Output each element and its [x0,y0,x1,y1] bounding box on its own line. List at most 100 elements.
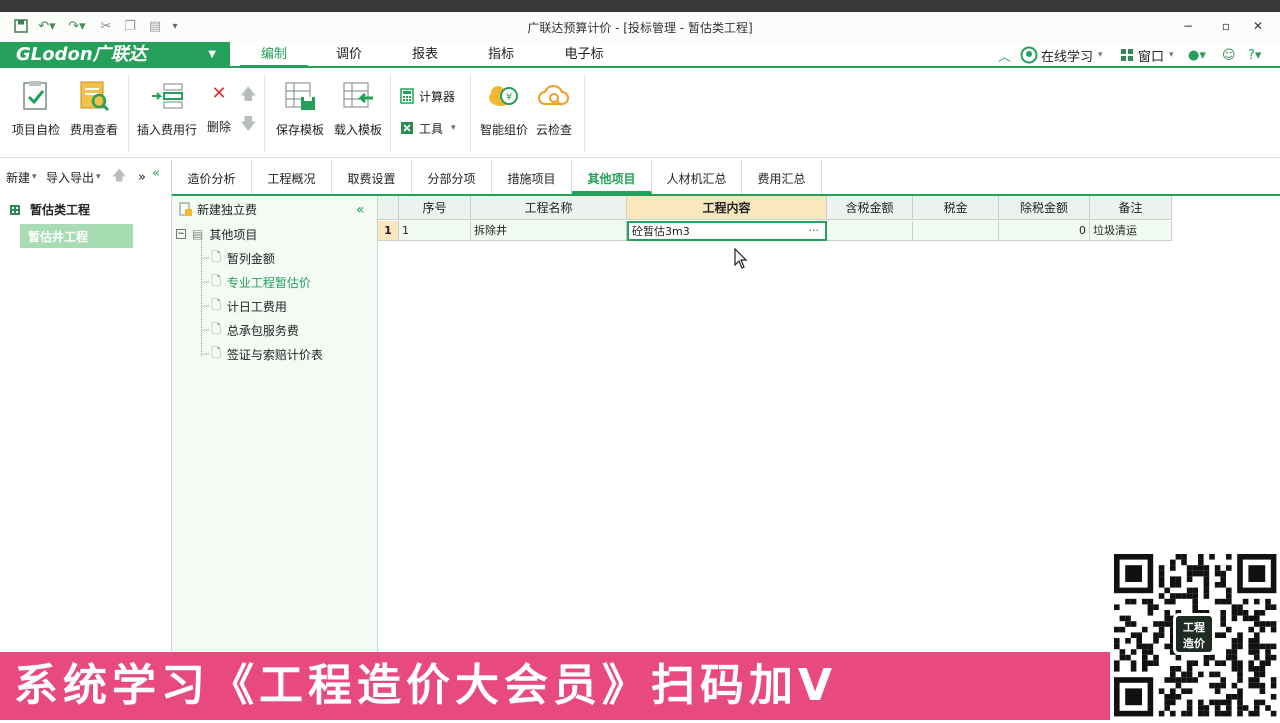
qr-module [1198,559,1204,566]
tools-menu[interactable]: 工具 ▾ [400,118,456,138]
row-number[interactable]: 1 [378,221,399,241]
cost-view-button[interactable]: 费用查看 [64,76,124,142]
qr-module [1254,610,1260,616]
assistant-icon[interactable]: ☺ [1222,45,1236,65]
qr-module [1270,710,1277,717]
cell-seq[interactable]: 1 [399,221,471,241]
column-header-name[interactable]: 工程名称 [471,196,627,220]
tab-cost-summary[interactable]: 费用汇总 [742,160,822,194]
cell-content-editing[interactable]: 砼暂估3m3 ··· [627,221,827,241]
qr-module [1270,654,1277,661]
collapse-panel-icon[interactable]: « [152,164,160,182]
save-template-button[interactable]: 保存模板 [270,76,330,142]
project-panel: 新建 ▾ 导入导出 ▾ 🡅 » « 暂估类工程 暂估井工程 [0,160,172,652]
qr-module [1170,699,1176,706]
minimize-button[interactable]: − [1176,16,1200,36]
more-options-icon[interactable]: ··· [809,223,820,239]
column-header-tax[interactable]: 税金 [913,196,999,220]
tab-edit[interactable]: 编制 [240,42,308,68]
tab-other-items[interactable]: 其他项目 [572,160,652,194]
tab-project-overview[interactable]: 工程概况 [252,160,332,194]
qr-module [1198,570,1204,577]
help-icon[interactable]: ?▾ [1248,45,1261,65]
new-standalone-fee-button[interactable]: 新建独立费 [178,200,257,218]
qr-module [1226,598,1232,605]
cell-tax[interactable] [913,221,999,241]
column-header-seq[interactable]: 序号 [399,196,471,220]
import-export-button[interactable]: 导入导出 ▾ [46,168,101,186]
column-header-content[interactable]: 工程内容 [627,196,827,220]
tree-root-other-items[interactable]: − ▤ 其他项目 [176,225,257,243]
tab-reports[interactable]: 报表 [394,42,456,68]
move-down-icon[interactable]: 🡇 [240,114,256,136]
qr-module [1259,666,1266,672]
qr-module [1242,615,1249,622]
collapse-ribbon-icon[interactable]: ︿ [998,45,1011,65]
qr-module [1125,615,1131,622]
move-up-icon[interactable]: 🡅 [240,84,256,106]
insert-cost-row-button[interactable]: 插入费用行 [136,76,198,142]
restore-button[interactable]: ▫ [1214,16,1238,36]
delete-button[interactable]: ✕ 删除 [200,76,238,142]
cell-tax-excluded[interactable]: 0 [999,221,1090,241]
window-menu[interactable]: 窗口 ▾ [1120,45,1174,65]
qr-module [1181,688,1187,694]
new-button[interactable]: 新建 ▾ [6,168,37,186]
project-check-button[interactable]: 项目自检 [6,76,66,142]
qr-module [1265,654,1271,661]
tree-item-daywork[interactable]: ┈ 🗋 计日工费用 [202,297,287,315]
qr-module [1130,632,1137,638]
cell-remark[interactable]: 垃圾清运 [1090,221,1172,241]
project-root[interactable]: 暂估类工程 [8,200,90,218]
qr-module [1164,643,1170,650]
qr-module [1158,582,1165,588]
smart-pricing-button[interactable]: ¥ 智能组价 [474,76,534,142]
cell-tax-included[interactable] [827,221,913,241]
qr-module [1259,671,1266,678]
qr-module [1220,699,1226,706]
tree-item-professional-estimate[interactable]: ┈ 🗋 专业工程暂估价 [202,273,311,291]
qr-module [1181,677,1187,683]
qr-module [1114,638,1120,644]
online-learning-button[interactable]: 在线学习 ▾ [1020,45,1103,65]
column-header-tax-included[interactable]: 含税金额 [827,196,913,220]
qr-module [1226,654,1232,661]
tree-item-claims-table[interactable]: ┈ 🗋 签证与索赔计价表 [202,345,323,363]
qr-module [1153,604,1159,610]
tab-adjust-price[interactable]: 调价 [318,42,380,68]
user-icon[interactable]: ●▾ [1188,45,1206,65]
close-button[interactable]: ✕ [1246,16,1270,36]
tab-e-bid[interactable]: 电子标 [546,42,622,68]
collapse-node-icon[interactable]: − [176,229,186,239]
cell-name[interactable]: 拆除井 [471,221,627,241]
logo[interactable]: GLodon广联达 ▼ [0,42,230,68]
tab-sub-items[interactable]: 分部分项 [412,160,492,194]
tab-measures[interactable]: 措施项目 [492,160,572,194]
tree-item-provisional-sum[interactable]: ┈ 🗋 暂列金额 [202,249,275,267]
logo-dropdown-icon[interactable]: ▼ [208,42,216,68]
expand-icon[interactable]: » [138,168,146,186]
qr-module [1242,610,1249,616]
tab-cost-analysis[interactable]: 造价分析 [172,160,252,194]
qr-module [1259,643,1266,650]
load-template-button[interactable]: 载入模板 [328,76,388,142]
tab-indicators[interactable]: 指标 [470,42,532,68]
move-up-icon[interactable]: 🡅 [112,168,126,186]
tab-labor-material-summary[interactable]: 人材机汇总 [652,160,742,194]
qr-module [1237,677,1243,683]
collapse-tree-icon[interactable]: « [356,201,365,219]
tab-fee-settings[interactable]: 取费设置 [332,160,412,194]
tree-item-contractor-service-fee[interactable]: ┈ 🗋 总承包服务费 [202,321,299,339]
building-icon [10,205,20,215]
qr-module [1231,610,1238,616]
cloud-check-button[interactable]: 云检查 [526,76,582,142]
column-header-tax-excluded[interactable]: 除税金额 [999,196,1090,220]
project-child-selected[interactable]: 暂估井工程 [20,224,133,248]
qr-module [1237,638,1243,644]
qr-module [1170,694,1176,700]
calculator-button[interactable]: 计算器 [400,86,455,106]
qr-module [1158,710,1165,717]
qr-module [1214,582,1221,588]
qr-module [1220,632,1226,638]
column-header-remark[interactable]: 备注 [1090,196,1172,220]
